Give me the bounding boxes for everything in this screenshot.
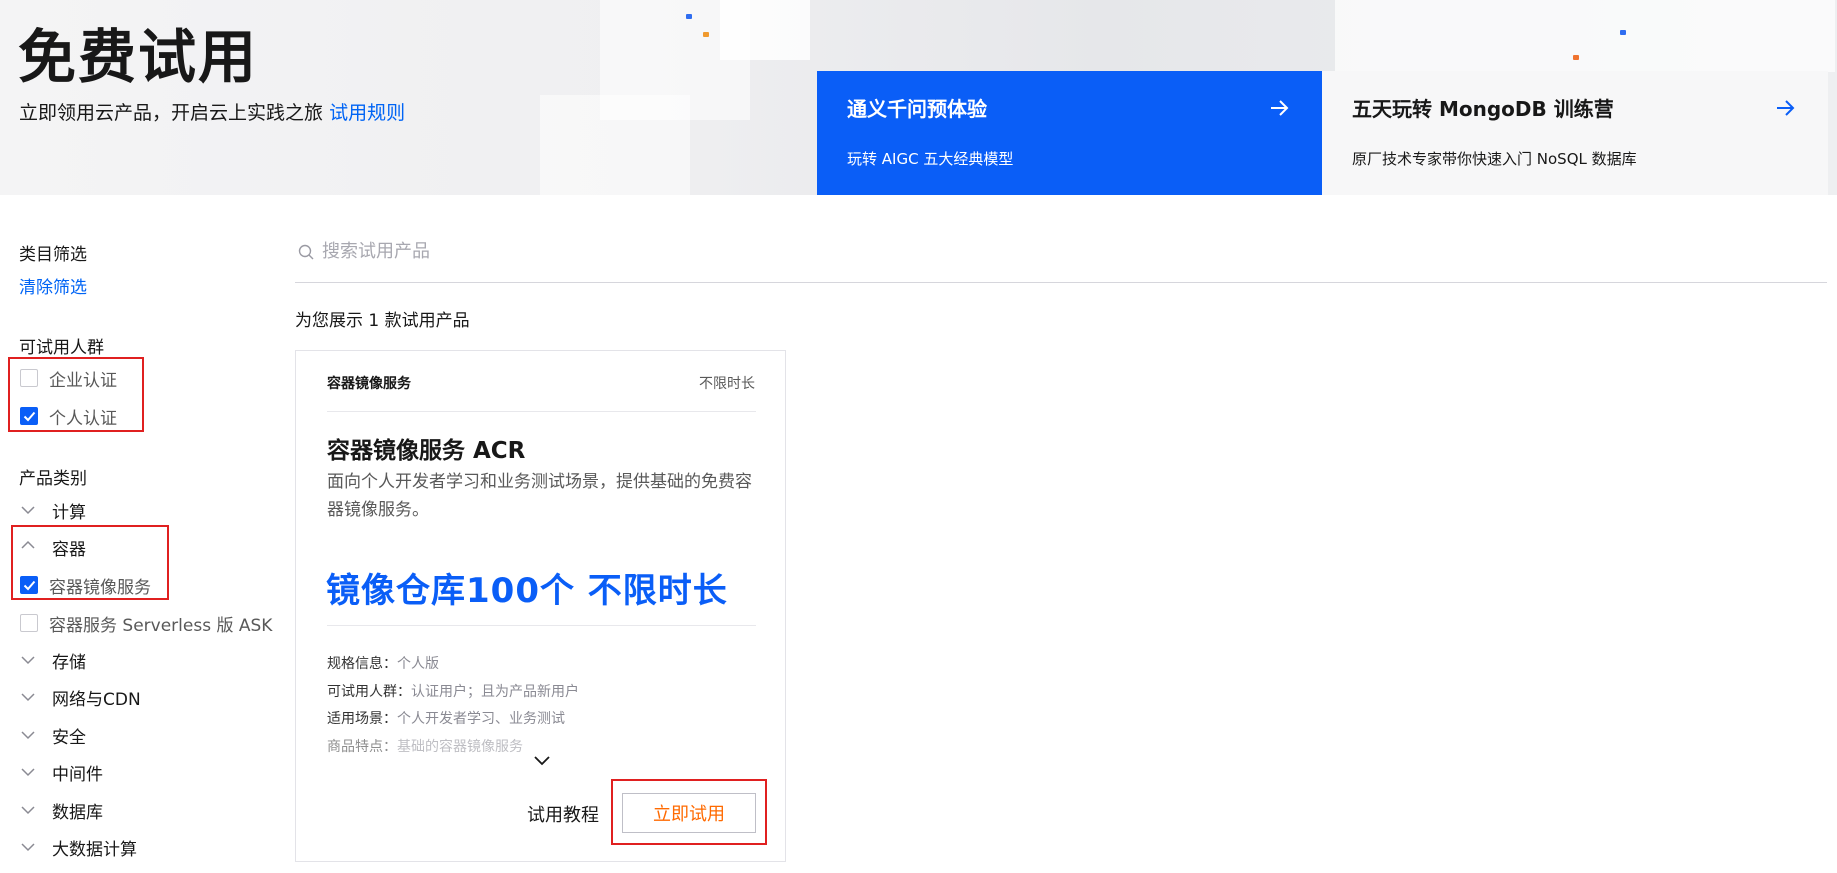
card-product-name: 容器镜像服务: [327, 376, 411, 392]
filter-title: 类目筛选: [19, 245, 87, 265]
arrow-right-icon: [1271, 100, 1289, 116]
chevron-down-icon[interactable]: [21, 767, 35, 777]
promo-title: 通义千问预体验: [847, 97, 987, 121]
category-middleware[interactable]: 中间件: [52, 760, 103, 785]
search-underline: [295, 282, 1827, 283]
category-storage[interactable]: 存储: [52, 648, 86, 673]
spec-value: 个人版: [397, 656, 439, 672]
promo-title: 五天玩转 MongoDB 训练营: [1352, 97, 1614, 121]
container-item-label[interactable]: 容器服务 Serverless 版 ASK: [49, 611, 272, 636]
chevron-down-icon[interactable]: [21, 655, 35, 665]
banner-decoration: [1573, 55, 1579, 60]
banner-decoration: [703, 32, 709, 37]
subtitle-text: 立即领用云产品，开启云上实践之旅: [19, 102, 324, 124]
category-security[interactable]: 安全: [52, 723, 86, 748]
card-description: 面向个人开发者学习和业务测试场景，提供基础的免费容器镜像服务。: [327, 472, 752, 520]
chevron-down-icon[interactable]: [21, 805, 35, 815]
banner-decoration: [1620, 30, 1626, 35]
spec-value: 基础的容器镜像服务: [397, 739, 523, 755]
category-compute[interactable]: 计算: [52, 498, 86, 523]
chevron-down-icon[interactable]: [21, 692, 35, 702]
chevron-down-icon[interactable]: [21, 842, 35, 852]
trial-rules-link[interactable]: 试用规则: [329, 102, 405, 124]
banner-decoration: [720, 0, 810, 60]
checkbox-container-serverless[interactable]: [20, 614, 38, 632]
annotation-highlight-box: [611, 779, 767, 845]
spec-row: 可试用人群：认证用户；且为产品新用户: [327, 681, 579, 701]
card-highlight: 镜像仓库100个 不限时长: [326, 571, 728, 611]
arrow-right-icon: [1777, 100, 1795, 116]
banner-decoration: [540, 95, 690, 195]
clear-filter-link[interactable]: 清除筛选: [19, 273, 87, 298]
banner-decoration: [686, 14, 692, 19]
promo-desc: 玩转 AIGC 五大经典模型: [847, 150, 1014, 168]
spec-row: 规格信息：个人版: [327, 653, 439, 673]
product-category-title: 产品类别: [19, 469, 87, 489]
promo-desc: 原厂技术专家带你快速入门 NoSQL 数据库: [1352, 150, 1637, 168]
promo-card-tongyi[interactable]: 通义千问预体验 玩转 AIGC 五大经典模型: [817, 71, 1322, 195]
spec-value: 个人开发者学习、业务测试: [397, 711, 565, 727]
audience-section-title: 可试用人群: [19, 338, 104, 358]
page-title: 免费试用: [18, 23, 259, 91]
divider: [327, 411, 756, 412]
search-input[interactable]: [322, 236, 1822, 266]
tutorial-link[interactable]: 试用教程: [527, 801, 599, 827]
search-icon: [298, 244, 314, 260]
duration-badge: 不限时长: [699, 376, 755, 392]
category-database[interactable]: 数据库: [52, 798, 103, 823]
banner-decoration: [1335, 0, 1835, 72]
promo-card-mongodb[interactable]: 五天玩转 MongoDB 训练营 原厂技术专家带你快速入门 NoSQL 数据库: [1322, 71, 1828, 195]
page-subtitle: 立即领用云产品，开启云上实践之旅 试用规则: [19, 98, 405, 125]
spec-key: 规格信息：: [327, 656, 397, 672]
card-title: 容器镜像服务 ACR: [327, 438, 526, 464]
annotation-highlight-box: [8, 357, 144, 432]
spec-key: 商品特点：: [327, 739, 397, 755]
spec-value: 认证用户；且为产品新用户: [411, 684, 579, 700]
divider: [327, 625, 756, 626]
spec-key: 适用场景：: [327, 711, 397, 727]
category-big-data[interactable]: 大数据计算: [52, 835, 137, 860]
chevron-down-icon[interactable]: [533, 755, 551, 767]
annotation-highlight-box: [11, 525, 169, 600]
category-network-cdn[interactable]: 网络与CDN: [52, 685, 141, 710]
result-count: 为您展示 1 款试用产品: [295, 311, 470, 331]
chevron-down-icon[interactable]: [21, 730, 35, 740]
spec-row: 商品特点：基础的容器镜像服务: [327, 736, 523, 756]
spec-row: 适用场景：个人开发者学习、业务测试: [327, 708, 565, 728]
spec-key: 可试用人群：: [327, 684, 411, 700]
chevron-down-icon[interactable]: [21, 505, 35, 515]
filter-sidebar: 类目筛选 清除筛选 可试用人群 企业认证 个人认证 产品类别 计算 容器 容器镜…: [0, 195, 290, 873]
